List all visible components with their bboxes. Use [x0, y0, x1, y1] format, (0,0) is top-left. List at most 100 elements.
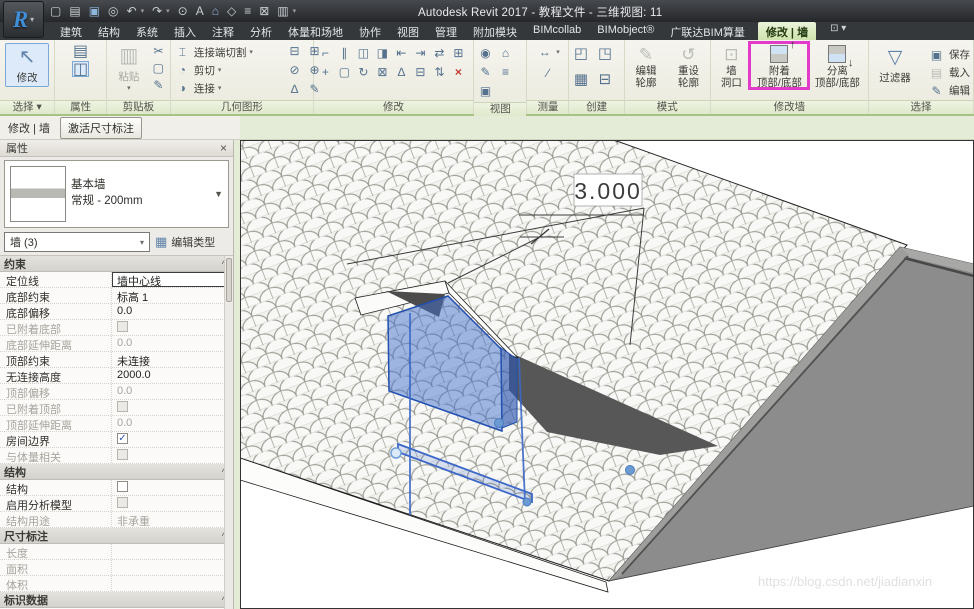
- beam-cope-icon[interactable]: ⊞: [306, 43, 323, 59]
- array-icon[interactable]: ⊞: [450, 45, 467, 61]
- create-similar-icon[interactable]: ◰: [572, 45, 589, 61]
- switch-windows-icon[interactable]: ▥: [277, 4, 288, 18]
- linework-icon[interactable]: ✎: [477, 64, 494, 80]
- panel-label-mode[interactable]: 模式: [625, 100, 710, 114]
- properties-scrollbar[interactable]: [224, 256, 233, 609]
- close-icon[interactable]: ×: [220, 141, 227, 155]
- ribbon-display-toggle[interactable]: ⊡ ▾: [824, 22, 852, 40]
- cut-geometry-row[interactable]: ◔ 剪切 ▾: [174, 61, 222, 79]
- tab-modify-wall-contextual[interactable]: 修改 | 墙: [758, 22, 816, 40]
- paint-icon[interactable]: ✎: [306, 81, 323, 97]
- home-icon[interactable]: ⌂: [497, 45, 514, 61]
- detach-top-base-button[interactable]: ↓ 分离 顶部/底部: [810, 43, 864, 89]
- match-type-icon[interactable]: ✎: [150, 77, 167, 93]
- drag-control-dot[interactable]: [523, 498, 531, 506]
- unjoin-icon[interactable]: ⊘: [286, 62, 303, 78]
- properties-palette-icon[interactable]: ▤: [72, 43, 89, 59]
- tab-collaborate[interactable]: 协作: [351, 22, 389, 40]
- extend-icon[interactable]: ⇥: [412, 45, 429, 61]
- default-3d-view-icon[interactable]: ⌂: [212, 4, 219, 18]
- type-selector-caret-icon[interactable]: ▼: [214, 189, 228, 199]
- application-menu-button[interactable]: R ▾: [3, 1, 44, 38]
- checkbox-checked[interactable]: ✓: [117, 433, 128, 444]
- scale-icon[interactable]: ∆: [393, 64, 410, 80]
- filter-button[interactable]: ▽ 过滤器: [872, 43, 918, 85]
- panel-label-properties[interactable]: 属性: [55, 100, 106, 114]
- wall-joins-icon[interactable]: ⊟: [286, 43, 303, 59]
- assembly-icon[interactable]: ▦: [572, 71, 589, 87]
- copy-icon[interactable]: ▢: [150, 60, 167, 76]
- section-constraints[interactable]: 约束^: [0, 256, 233, 272]
- save-selection-button[interactable]: ▣ 保存: [928, 46, 970, 63]
- tab-addins[interactable]: 附加模块: [465, 22, 525, 40]
- load-selection-button[interactable]: ▤ 载入: [928, 64, 970, 81]
- checkbox-unchecked[interactable]: [117, 497, 128, 508]
- trim-icon[interactable]: ⇤: [393, 45, 410, 61]
- attach-top-base-button[interactable]: ↑ 附着 顶部/底部: [752, 43, 806, 89]
- tab-architecture[interactable]: 建筑: [52, 22, 90, 40]
- modify-tool-button[interactable]: ↖ 修改: [5, 43, 49, 87]
- reset-profile-button[interactable]: ↺ 重设 轮廓: [670, 43, 707, 89]
- edit-type-button[interactable]: ▦ 编辑类型: [155, 234, 215, 250]
- checkbox-unchecked[interactable]: [117, 321, 128, 332]
- selected-wall-side[interactable]: [501, 348, 517, 428]
- group-icon[interactable]: ◳: [596, 45, 613, 61]
- scrollbar-thumb[interactable]: [226, 258, 232, 302]
- hide-icon[interactable]: ◉: [477, 45, 494, 61]
- section-structural[interactable]: 结构^: [0, 464, 233, 480]
- apply-coping-icon[interactable]: ⊕: [306, 62, 323, 78]
- redo-icon[interactable]: ↷: [152, 4, 162, 18]
- tab-glodon-bim[interactable]: 广联达BIM算量: [662, 22, 753, 40]
- tab-systems[interactable]: 系统: [128, 22, 166, 40]
- paste-button[interactable]: ▥ 粘贴 ▾: [110, 43, 148, 93]
- panel-label-measure[interactable]: 测量: [527, 100, 568, 114]
- tab-manage[interactable]: 管理: [427, 22, 465, 40]
- type-selector[interactable]: 基本墙 常规 - 200mm ▼: [4, 160, 229, 228]
- tab-insert[interactable]: 插入: [166, 22, 204, 40]
- profile-icon[interactable]: ∆: [286, 81, 303, 97]
- measure-line-row[interactable]: ↔ ▾: [536, 43, 560, 61]
- panel-label-geometry[interactable]: 几何图形: [171, 100, 313, 114]
- tab-massing-site[interactable]: 体量和场地: [280, 22, 351, 40]
- checkbox-unchecked[interactable]: [117, 481, 128, 492]
- copy-element-icon[interactable]: ▢: [336, 64, 353, 80]
- panel-label-select[interactable]: 选择 ▾: [0, 100, 54, 114]
- join-geometry-row[interactable]: ◑ 连接 ▾: [174, 79, 222, 97]
- type-properties-icon[interactable]: ◫: [72, 61, 89, 77]
- open-file-icon[interactable]: ▤: [69, 4, 80, 18]
- cut-icon[interactable]: ✂: [150, 43, 167, 59]
- parts-icon[interactable]: ⊟: [596, 71, 613, 87]
- close-hidden-windows-icon[interactable]: ⊠: [259, 4, 269, 18]
- offset-icon[interactable]: ∥: [336, 45, 353, 61]
- edit-profile-button[interactable]: ✎ 编辑 轮廓: [628, 43, 665, 89]
- section-dimensions[interactable]: 尺寸标注^: [0, 528, 233, 544]
- panel-label-modify-wall[interactable]: 修改墙: [711, 100, 868, 114]
- unpin-icon[interactable]: ⇅: [431, 64, 448, 80]
- rotate-icon[interactable]: ↻: [355, 64, 372, 80]
- drag-control-dot[interactable]: [391, 448, 401, 458]
- tab-view[interactable]: 视图: [389, 22, 427, 40]
- panel-label-clipboard[interactable]: 剪贴板: [107, 100, 170, 114]
- wall-opening-button[interactable]: ⊡ 墙 洞口: [714, 43, 748, 89]
- panel-label-view[interactable]: 视图: [474, 102, 526, 116]
- tab-analyze[interactable]: 分析: [242, 22, 280, 40]
- section-box-icon[interactable]: ▣: [477, 83, 494, 99]
- split-icon[interactable]: ⊟: [412, 64, 429, 80]
- save-icon[interactable]: ▣: [89, 4, 100, 18]
- undo-icon[interactable]: ↶: [127, 4, 137, 18]
- tab-bimcollab[interactable]: BIMcollab: [525, 22, 589, 40]
- panel-label-create[interactable]: 创建: [569, 100, 623, 114]
- checkbox-unchecked[interactable]: [117, 401, 128, 412]
- mirror-pick-icon[interactable]: ◫: [355, 45, 372, 61]
- pin-icon[interactable]: ⊠: [374, 64, 391, 80]
- element-filter-combobox[interactable]: 墙 (3) ▾: [4, 232, 150, 252]
- drawing-area[interactable]: 3.000 https://blog.csdn.net/jiadianxin: [240, 140, 974, 609]
- undo-caret-icon[interactable]: ▾: [141, 7, 145, 15]
- activate-dimensions-button[interactable]: 激活尺寸标注: [60, 117, 142, 139]
- sync-icon[interactable]: ◎: [108, 4, 118, 18]
- tab-structure[interactable]: 结构: [90, 22, 128, 40]
- section-icon[interactable]: ◇: [227, 4, 236, 18]
- drag-control-dot[interactable]: [626, 466, 635, 475]
- delete-icon[interactable]: ×: [450, 64, 467, 80]
- swap-icon[interactable]: ⇄: [431, 45, 448, 61]
